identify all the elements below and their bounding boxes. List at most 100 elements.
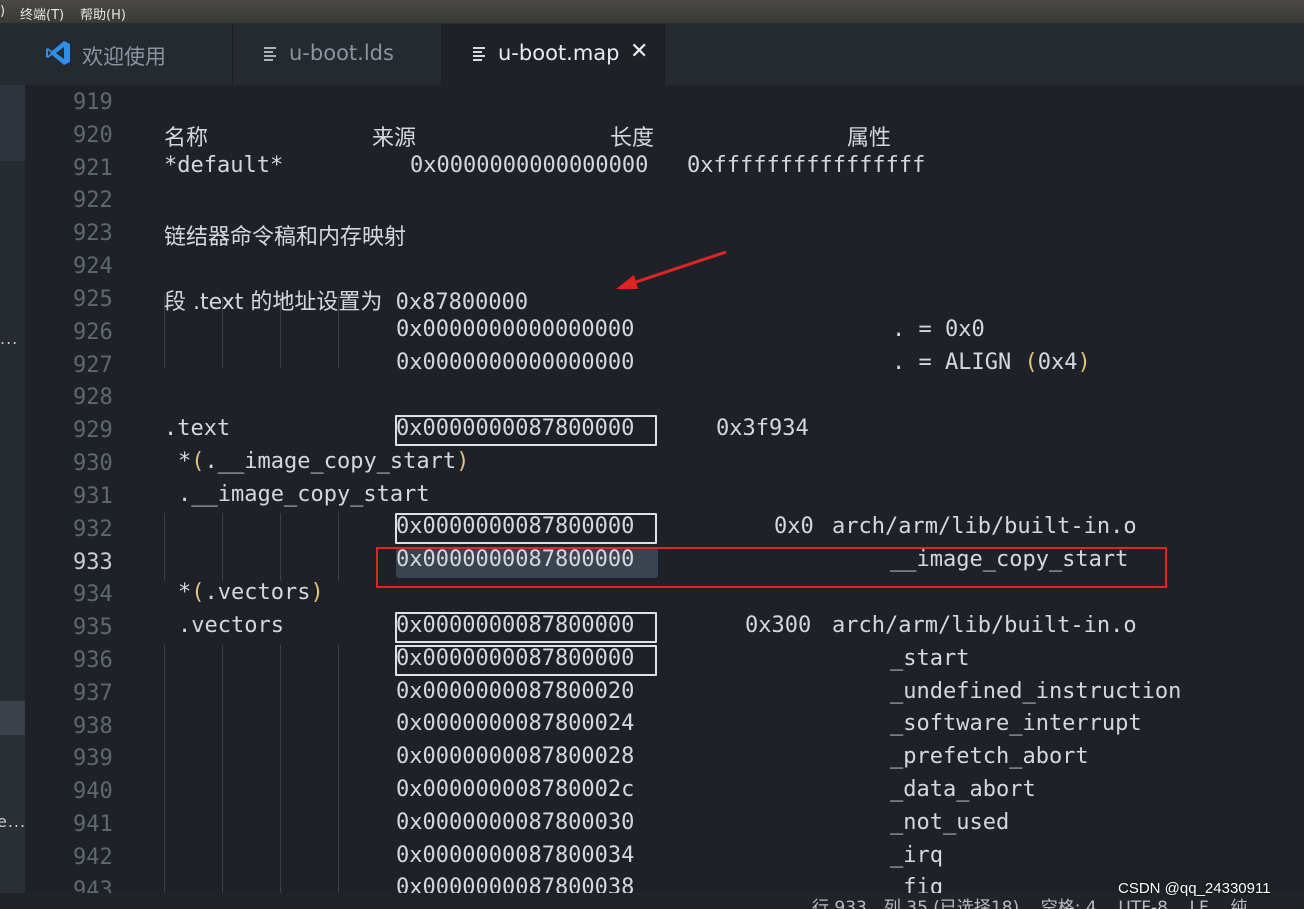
symbol-name: _start bbox=[890, 646, 970, 671]
address: 0x0000000087800000 bbox=[396, 646, 635, 671]
indent-guide bbox=[338, 513, 339, 581]
line-number: 926 bbox=[73, 320, 113, 345]
address: 0x0000000087800020 bbox=[396, 679, 635, 704]
region-length: 0xffffffffffffffff bbox=[687, 153, 926, 178]
text-address-prefix: 段 .text 的地址设置为 bbox=[164, 290, 383, 315]
column-header-name: 名称 bbox=[164, 126, 209, 151]
line-number: 920 bbox=[73, 123, 113, 148]
input-size: 0x300 bbox=[745, 613, 812, 638]
code-editor[interactable]: 919 920 921 922 923 924 925 926 927 928 … bbox=[25, 85, 1304, 893]
line-number: 919 bbox=[73, 90, 113, 115]
address: 0x0000000087800030 bbox=[396, 810, 635, 835]
side-panel-header bbox=[0, 85, 25, 161]
tab-u-boot-map[interactable]: u-boot.map ✕ bbox=[442, 24, 665, 85]
line-number: 936 bbox=[73, 648, 113, 673]
input-section-pattern: *(.__image_copy_start) bbox=[178, 449, 469, 474]
input-section-name: .__image_copy_start bbox=[178, 482, 430, 507]
line-number: 932 bbox=[73, 517, 113, 542]
indent-guide bbox=[222, 645, 223, 893]
column-header-attrs: 属性 bbox=[847, 126, 892, 151]
wildcard: * bbox=[178, 580, 192, 605]
close-icon[interactable]: ✕ bbox=[630, 39, 648, 64]
region-origin: 0x0000000000000000 bbox=[410, 153, 649, 178]
menu-item-help[interactable]: 帮助(H) bbox=[80, 4, 126, 23]
text-address-value: 0x87800000 bbox=[395, 290, 529, 315]
column-header-origin: 来源 bbox=[372, 126, 417, 151]
wildcard: * bbox=[178, 449, 192, 474]
line-number: 929 bbox=[73, 418, 113, 443]
input-section-name: .vectors bbox=[178, 613, 284, 638]
align-arg: 0x4 bbox=[1037, 350, 1078, 375]
indent-guide bbox=[164, 513, 165, 581]
line-number: 940 bbox=[73, 779, 113, 804]
line-number: 925 bbox=[73, 287, 113, 312]
indent-guide bbox=[280, 645, 281, 893]
line-number: 927 bbox=[73, 353, 113, 378]
address: 0x0000000087800034 bbox=[396, 843, 635, 868]
line-number: 934 bbox=[73, 582, 113, 607]
line-number: 921 bbox=[73, 156, 113, 181]
align-expression: . = ALIGN (0x4) bbox=[892, 350, 1091, 375]
input-size: 0x0 bbox=[774, 514, 814, 539]
file-lines-icon bbox=[472, 46, 488, 66]
column-header-length: 长度 bbox=[610, 126, 655, 151]
indent-guide bbox=[280, 513, 281, 581]
side-panel: ... e... bbox=[0, 85, 25, 909]
tab-bar: 欢迎使用 u-boot.lds u-boot.map ✕ bbox=[0, 24, 1304, 85]
assignment: . = 0x0 bbox=[892, 317, 985, 342]
line-number: 939 bbox=[73, 746, 113, 771]
region-name: *default* bbox=[164, 153, 284, 178]
line-number: 943 bbox=[73, 878, 113, 893]
tab-welcome[interactable]: 欢迎使用 bbox=[0, 24, 233, 85]
line-number: 937 bbox=[73, 681, 113, 706]
pattern-body: .__image_copy_start bbox=[204, 449, 457, 474]
tab-welcome-label: 欢迎使用 bbox=[82, 45, 166, 69]
vscode-logo-icon bbox=[44, 39, 72, 71]
symbol-name: _not_used bbox=[890, 810, 1010, 835]
paren: ( bbox=[191, 580, 205, 605]
side-panel-selected-item[interactable] bbox=[0, 701, 25, 735]
address: 0x0000000000000000 bbox=[396, 350, 635, 375]
line-number: 938 bbox=[73, 714, 113, 739]
menubar: ) 终端(T) 帮助(H) bbox=[0, 0, 1304, 24]
indent-guide bbox=[164, 645, 165, 893]
annotation-highlight-box bbox=[376, 547, 1167, 588]
address: 0x0000000087800024 bbox=[396, 711, 635, 736]
address: 0x0000000087800000 bbox=[396, 613, 635, 638]
paren: ( bbox=[1024, 350, 1038, 375]
side-panel-tree[interactable] bbox=[0, 161, 25, 701]
text-address-line: 段 .text 的地址设置为 0x87800000 bbox=[164, 284, 528, 316]
menu-item-partial[interactable]: ) bbox=[0, 4, 5, 19]
menu-item-terminal[interactable]: 终端(T) bbox=[20, 4, 64, 23]
symbol-name: _fiq bbox=[890, 875, 943, 893]
section-name: .text bbox=[164, 416, 231, 441]
line-number: 928 bbox=[73, 385, 113, 410]
tab-map-label: u-boot.map bbox=[498, 41, 620, 65]
address: 0x0000000000000000 bbox=[396, 317, 635, 342]
symbol-name: _prefetch_abort bbox=[890, 744, 1089, 769]
symbol-name: _undefined_instruction bbox=[890, 679, 1182, 704]
line-number: 930 bbox=[73, 451, 113, 476]
side-panel-truncated-item[interactable]: ... bbox=[0, 329, 18, 348]
address: 0x0000000087800000 bbox=[396, 416, 635, 441]
align-keyword: . = ALIGN bbox=[892, 350, 1025, 375]
tab-u-boot-lds[interactable]: u-boot.lds bbox=[233, 24, 442, 85]
side-panel-truncated-item-2[interactable]: e... bbox=[0, 812, 26, 831]
paren: ) bbox=[1077, 350, 1091, 375]
input-section-pattern: *(.vectors) bbox=[178, 580, 324, 605]
object-file: arch/arm/lib/built-in.o bbox=[832, 613, 1137, 638]
tab-lds-label: u-boot.lds bbox=[289, 41, 394, 65]
watermark: CSDN @qq_24330911 bbox=[1118, 880, 1271, 897]
address: 0x000000008780002c bbox=[396, 777, 635, 802]
line-number: 941 bbox=[73, 812, 113, 837]
symbol-name: _software_interrupt bbox=[890, 711, 1142, 736]
line-number: 935 bbox=[73, 615, 113, 640]
line-number: 942 bbox=[73, 845, 113, 870]
indent-guide bbox=[338, 645, 339, 893]
pattern-body: .vectors bbox=[204, 580, 311, 605]
address: 0x0000000087800028 bbox=[396, 744, 635, 769]
indent-guide bbox=[222, 513, 223, 581]
paren: ) bbox=[456, 449, 470, 474]
object-file: arch/arm/lib/built-in.o bbox=[832, 514, 1137, 539]
line-number: 924 bbox=[73, 254, 113, 279]
